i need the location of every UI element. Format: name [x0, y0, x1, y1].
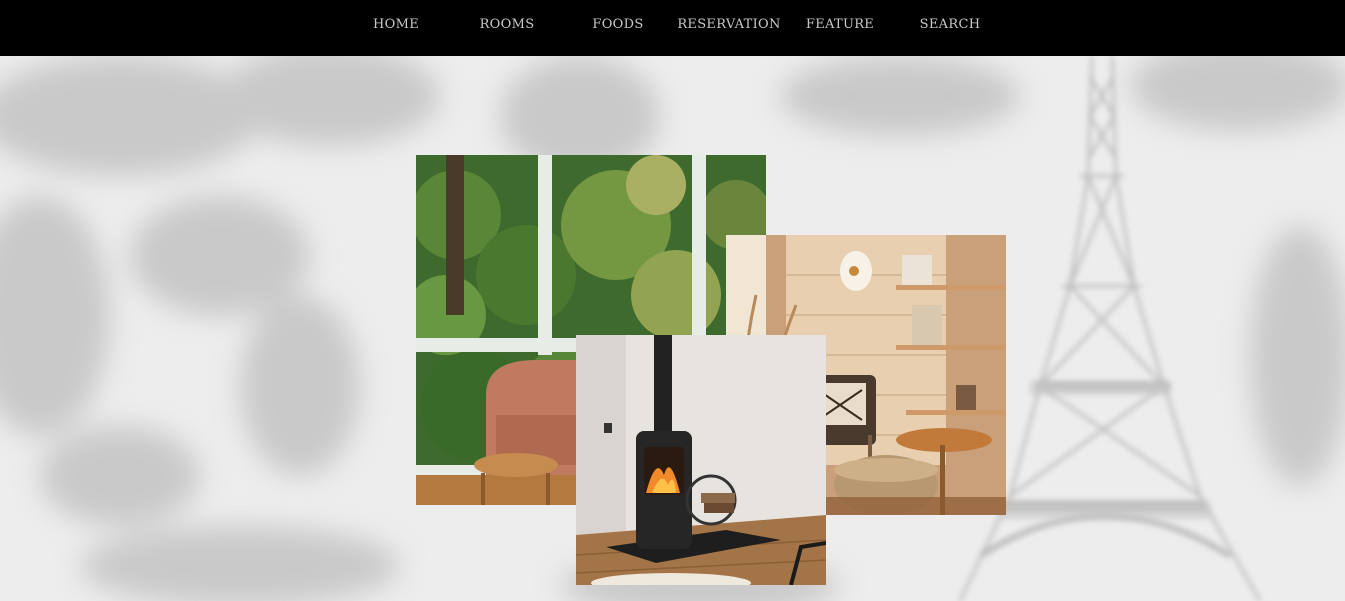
nav-home-link[interactable]: HOME — [341, 17, 451, 32]
nav-search-link[interactable]: SEARCH — [895, 17, 1005, 32]
nav-rooms-link[interactable]: ROOMS — [452, 17, 562, 32]
photo-wood-stove — [576, 335, 826, 585]
nav-feature-link[interactable]: FEATURE — [785, 17, 895, 32]
nav-foods-link[interactable]: FOODS — [563, 17, 673, 32]
nav-reservation-link[interactable]: RESERVATION — [674, 17, 784, 32]
top-navbar: HOME ROOMS FOODS RESERVATION FEATURE SEA… — [0, 0, 1345, 56]
page: HOME ROOMS FOODS RESERVATION FEATURE SEA… — [0, 0, 1345, 601]
